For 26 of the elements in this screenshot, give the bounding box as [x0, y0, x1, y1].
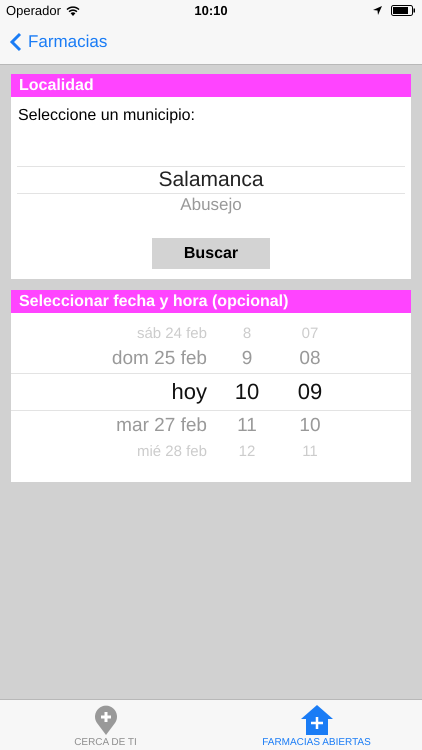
tab-item[interactable]: CERCA DE TI: [0, 700, 211, 750]
wifi-icon: [66, 4, 80, 16]
date-option[interactable]: mar 27 feb: [11, 414, 207, 436]
chevron-left-icon: [10, 32, 22, 52]
clock-time: 10:10: [193, 2, 229, 18]
hour-option[interactable]: 10: [207, 379, 287, 405]
house-icon: [300, 705, 332, 735]
minute-option[interactable]: 08: [287, 348, 333, 370]
prompt-text: Seleccione un municipio:: [17, 106, 196, 126]
location-arrow-icon: [373, 6, 382, 14]
section-header: Seleccionar fecha y hora (opcional): [11, 290, 411, 313]
back-button[interactable]: Farmacias: [10, 32, 108, 52]
minute-option[interactable]: 09: [287, 379, 333, 405]
minute-option[interactable]: 10: [287, 414, 333, 436]
date-option[interactable]: dom 25 feb: [11, 348, 207, 370]
hour-option[interactable]: 9: [207, 348, 287, 370]
battery-icon: [391, 4, 416, 16]
municipality-option[interactable]: Salamanca: [17, 166, 405, 194]
search-button[interactable]: Buscar: [152, 238, 270, 269]
hour-option[interactable]: 11: [207, 414, 287, 436]
map-pin-icon: [94, 705, 118, 735]
tab-item[interactable]: FARMACIAS ABIERTAS: [211, 700, 422, 750]
municipality-option[interactable]: Abusejo: [17, 194, 405, 216]
carrier-name: Operador: [6, 2, 61, 18]
date-option[interactable]: hoy: [11, 379, 207, 405]
section-header: Localidad: [11, 74, 411, 97]
